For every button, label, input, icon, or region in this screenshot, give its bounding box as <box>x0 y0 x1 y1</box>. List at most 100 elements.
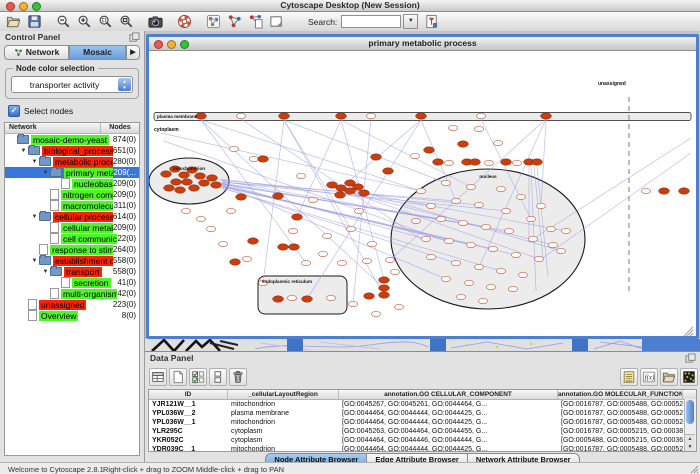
network-node-selected[interactable] <box>383 168 394 174</box>
select-attributes-icon[interactable] <box>189 368 207 386</box>
network-node-unselected[interactable] <box>348 301 357 306</box>
column-header[interactable]: annotation.GO CELLULAR_COMPONENT <box>339 390 558 399</box>
network-node-unselected[interactable] <box>226 208 235 213</box>
tree-row[interactable]: mosaic-demo-yeast874(0) <box>5 134 139 145</box>
table-cell[interactable]: [GO:0045263, GO:0044464, GO:0044455, G..… <box>339 427 558 436</box>
column-header[interactable]: ID <box>149 390 228 399</box>
tab-mosaic[interactable]: Mosaic <box>69 45 126 60</box>
import-attribute-file-icon[interactable] <box>660 368 678 386</box>
tree-row[interactable]: unassigned223(0) <box>5 299 139 310</box>
tree-column-nodes[interactable]: Nodes <box>101 123 139 133</box>
table-cell[interactable]: mitochondrion <box>228 445 339 452</box>
scrollbar-arrows[interactable]: ▲▼ <box>685 434 695 451</box>
table-cell[interactable]: [GO:0016787, GO:0005488, GO:0005215, G..… <box>558 445 683 452</box>
open-icon[interactable] <box>6 14 21 29</box>
network-node-unselected[interactable] <box>512 160 521 165</box>
table-row[interactable]: YLR295Ccytoplasm[GO:0045263, GO:0044464,… <box>149 427 696 436</box>
tab-network[interactable]: Network <box>4 45 69 60</box>
expand-arrow-icon[interactable]: ▼ <box>41 170 50 176</box>
network-node-selected[interactable] <box>501 159 512 165</box>
network-node-unselected[interactable] <box>426 254 435 259</box>
zoom-selection-icon[interactable] <box>98 14 113 29</box>
network-node-unselected[interactable] <box>546 226 555 231</box>
network-node-unselected[interactable] <box>337 260 346 265</box>
expand-arrow-icon[interactable]: ▼ <box>30 258 39 264</box>
network-node-selected[interactable] <box>364 293 375 299</box>
network-node-unselected[interactable] <box>242 256 251 261</box>
network-node-selected[interactable] <box>182 179 193 185</box>
network-node-selected[interactable] <box>541 113 552 119</box>
tab-overflow-button[interactable]: ▶ <box>126 45 140 60</box>
network-node-unselected[interactable] <box>229 146 238 151</box>
expand-arrow-icon[interactable]: ▼ <box>19 148 28 154</box>
network-node-unselected[interactable] <box>366 113 375 118</box>
network-node-selected[interactable] <box>161 171 172 177</box>
network-node-selected[interactable] <box>359 190 370 196</box>
tree-row[interactable]: multi-organism pro42(0) <box>5 288 139 299</box>
table-cell[interactable]: cytoplasm <box>228 427 339 436</box>
tree-row[interactable]: macromolecule311(0) <box>5 200 139 211</box>
network-node-unselected[interactable] <box>476 113 485 118</box>
network-node-unselected[interactable] <box>496 186 505 191</box>
network-node-unselected[interactable] <box>411 218 420 223</box>
network-node-unselected[interactable] <box>474 126 483 131</box>
import-network-icon[interactable] <box>227 14 242 29</box>
delete-attribute-icon[interactable] <box>229 368 247 386</box>
network-window-titlebar[interactable]: primary metabolic process <box>149 37 696 51</box>
table-cell[interactable]: [GO:0044464, GO:0044444, GO:0044425, G..… <box>339 418 558 427</box>
network-node-selected[interactable] <box>424 147 435 153</box>
tree-column-network[interactable]: Network <box>5 123 101 133</box>
annotation-icon[interactable] <box>269 14 284 29</box>
table-cell[interactable]: YJR121W__1 <box>149 400 228 409</box>
attribute-list-icon[interactable] <box>620 368 638 386</box>
float-panel-icon[interactable] <box>685 353 696 364</box>
network-node-unselected[interactable] <box>416 188 425 193</box>
network-node-selected[interactable] <box>416 113 427 119</box>
vizmapper-icon[interactable] <box>206 14 221 29</box>
network-node-unselected[interactable] <box>206 226 215 231</box>
help-icon[interactable] <box>177 14 192 29</box>
network-node-unselected[interactable] <box>516 194 525 199</box>
network-node-unselected[interactable] <box>448 125 457 130</box>
network-node-selected[interactable] <box>345 180 356 186</box>
network-node-unselected[interactable] <box>346 226 355 231</box>
resize-grip[interactable] <box>690 465 699 474</box>
network-node-unselected[interactable] <box>196 216 205 221</box>
network-node-selected[interactable] <box>335 192 346 198</box>
network-node-unselected[interactable] <box>301 260 310 265</box>
zoom-out-icon[interactable] <box>56 14 71 29</box>
network-node-selected[interactable] <box>292 214 303 220</box>
network-node-selected[interactable] <box>279 113 290 119</box>
network-node-unselected[interactable] <box>478 298 487 303</box>
network-node-selected[interactable] <box>207 175 218 181</box>
tree-row[interactable]: ▼transport558(0) <box>5 266 139 277</box>
attribute-matrix-icon[interactable] <box>680 368 698 386</box>
network-node-selected[interactable] <box>379 292 390 298</box>
network-node-unselected[interactable] <box>421 236 430 241</box>
tree-row[interactable]: Overview8(0) <box>5 310 139 321</box>
table-cell[interactable]: YDR039C__1 <box>149 445 228 452</box>
table-cell[interactable]: [GO:0044464, GO:0044444, GO:0044425, G..… <box>339 445 558 452</box>
filter-icon[interactable] <box>424 14 439 29</box>
import-table-icon[interactable] <box>248 14 263 29</box>
network-node-unselected[interactable] <box>511 252 520 257</box>
network-node-selected[interactable] <box>171 179 182 185</box>
network-node-unselected[interactable] <box>451 198 460 203</box>
network-node-selected[interactable] <box>371 154 382 160</box>
network-node-selected[interactable] <box>164 185 175 191</box>
network-node-unselected[interactable] <box>641 188 650 193</box>
table-row[interactable]: YJR121W__1mitochondrion[GO:0045267, GO:0… <box>149 400 696 409</box>
table-cell[interactable]: YPL036W__2 <box>149 409 228 418</box>
formula-builder-icon[interactable]: f(x) <box>640 368 658 386</box>
network-node-unselected[interactable] <box>518 272 527 277</box>
network-node-unselected[interactable] <box>504 228 513 233</box>
network-node-unselected[interactable] <box>249 156 258 161</box>
table-cell[interactable]: [GO:0016787, GO:0005215, GO:0003824, G..… <box>558 427 683 436</box>
table-cell[interactable]: plasma membrane <box>228 409 339 418</box>
network-node-selected[interactable] <box>189 185 200 191</box>
network-node-selected[interactable] <box>679 188 690 194</box>
table-cell[interactable]: YLR295C <box>149 427 228 436</box>
network-node-unselected[interactable] <box>287 295 296 300</box>
network-node-unselected[interactable] <box>493 140 502 145</box>
table-row[interactable]: YPL036W__1mitochondrion[GO:0044464, GO:0… <box>149 418 696 427</box>
